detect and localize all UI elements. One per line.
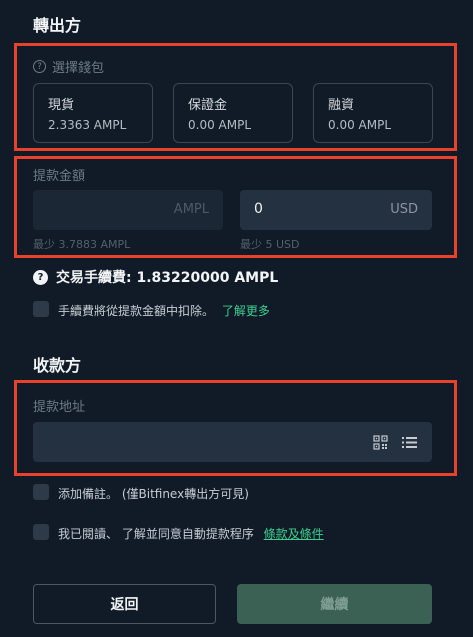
amount-label: 提款金額 [33, 169, 86, 184]
ampl-currency-suffix: AMPL [173, 202, 209, 217]
address-list-icon[interactable] [402, 435, 417, 450]
fee-row: ? 交易手續費: 1.83220000 AMPL [33, 267, 278, 287]
continue-button[interactable]: 繼續 [237, 584, 432, 624]
wallet-name: 融資 [328, 98, 355, 113]
wallet-card-funding[interactable]: 融資 0.00 AMPL [313, 83, 433, 143]
wallet-name: 現貨 [48, 98, 75, 113]
usd-currency-suffix: USD [390, 202, 418, 217]
wallet-card-margin[interactable]: 保證金 0.00 AMPL [173, 83, 293, 143]
usd-min-hint: 最少 5 USD [240, 238, 300, 251]
wallet-balance: 0.00 AMPL [188, 118, 252, 132]
qr-code-icon[interactable] [373, 435, 388, 450]
usd-amount-input[interactable]: 0 USD [240, 190, 432, 230]
help-circle-icon[interactable]: ? [33, 60, 46, 73]
memo-text: 添加備註。 (僅Bitfinex轉出方可見) [58, 487, 249, 501]
address-label: 提款地址 [33, 400, 86, 415]
help-circle-icon[interactable]: ? [33, 269, 48, 285]
ampl-min-hint: 最少 3.7883 AMPL [33, 238, 131, 251]
deduct-fee-checkbox[interactable] [33, 301, 49, 317]
back-button[interactable]: 返回 [33, 584, 216, 624]
wallet-label-row: ? 選擇錢包 [33, 57, 104, 76]
fee-text: 交易手續費: 1.83220000 AMPL [56, 270, 279, 286]
deduct-fee-row: 手續費將從提款金額中扣除。 了解更多 [58, 302, 270, 319]
wallet-card-exchange[interactable]: 現貨 2.3363 AMPL [33, 83, 153, 143]
agree-terms-row: 我已閱讀、 了解並同意自動提款程序 條款及條件 [58, 525, 324, 542]
terms-link[interactable]: 條款及條件 [264, 527, 324, 541]
wallet-balance: 0.00 AMPL [328, 118, 392, 132]
agree-terms-checkbox[interactable] [33, 524, 49, 540]
wallet-label: 選擇錢包 [52, 61, 105, 76]
learn-more-link[interactable]: 了解更多 [222, 304, 270, 318]
usd-input-value: 0 [254, 201, 263, 217]
wallet-balance: 2.3363 AMPL [48, 118, 127, 132]
memo-checkbox[interactable] [33, 484, 49, 500]
receiver-title: 收款方 [33, 356, 82, 375]
wallet-name: 保證金 [188, 98, 228, 113]
deduct-fee-text: 手續費將從提款金額中扣除。 [58, 304, 215, 318]
ampl-amount-input[interactable]: AMPL [33, 190, 223, 230]
sender-title: 轉出方 [33, 16, 82, 35]
agree-terms-text: 我已閱讀、 了解並同意自動提款程序 [58, 527, 254, 541]
address-input[interactable] [33, 422, 432, 462]
